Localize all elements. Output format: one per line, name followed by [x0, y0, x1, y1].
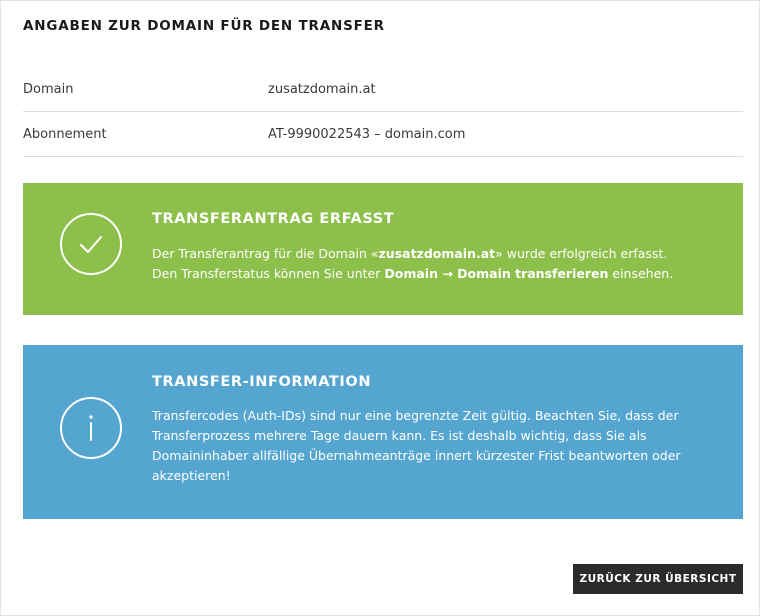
section-title: ANGABEN ZUR DOMAIN FÜR DEN TRANSFER [23, 18, 385, 34]
back-to-overview-button[interactable]: ZURÜCK ZUR ÜBERSICHT [573, 564, 743, 594]
menu-path-highlight: Domain → Domain transferieren [384, 266, 609, 281]
success-notice: TRANSFERANTRAG ERFASST Der Transferantra… [23, 183, 743, 315]
success-notice-text: Der Transferantrag für die Domain «zusat… [152, 246, 674, 281]
domain-details-table: Domain zusatzdomain.at Abonnement AT-999… [23, 67, 743, 157]
info-notice-text: Transfercodes (Auth-IDs) sind nur eine b… [152, 408, 681, 483]
info-icon [60, 397, 122, 459]
success-notice-title: TRANSFERANTRAG ERFASST [152, 211, 395, 227]
detail-value: AT-9990022543 – domain.com [268, 127, 466, 142]
checkmark-icon [60, 213, 122, 275]
transfer-details-panel: ANGABEN ZUR DOMAIN FÜR DEN TRANSFER Doma… [0, 0, 760, 616]
info-notice-title: TRANSFER-INFORMATION [152, 374, 372, 390]
detail-label: Abonnement [23, 127, 107, 142]
detail-value: zusatzdomain.at [268, 82, 376, 97]
info-notice: TRANSFER-INFORMATION Transfercodes (Auth… [23, 345, 743, 519]
detail-row-subscription: Abonnement AT-9990022543 – domain.com [23, 112, 743, 157]
detail-label: Domain [23, 82, 74, 97]
detail-row-domain: Domain zusatzdomain.at [23, 67, 743, 112]
domain-name-highlight: zusatzdomain.at [378, 246, 496, 261]
